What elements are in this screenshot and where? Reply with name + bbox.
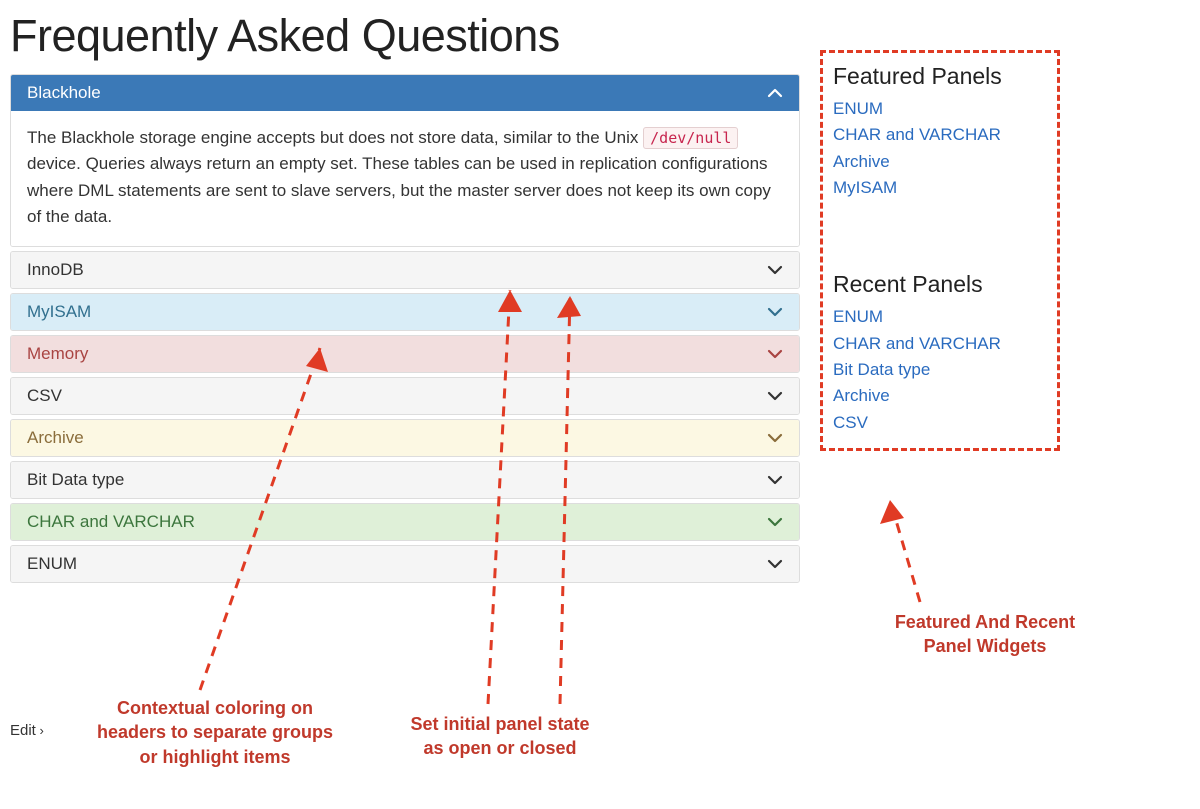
chevron-right-icon: › <box>36 723 44 738</box>
panel-label: Memory <box>27 344 88 364</box>
chevron-down-icon <box>767 472 783 488</box>
panel-header[interactable]: Bit Data type <box>11 462 799 498</box>
panel-innodb: InnoDB <box>10 251 800 289</box>
featured-panel-link[interactable]: ENUM <box>833 96 1047 122</box>
featured-panels-list: ENUMCHAR and VARCHARArchiveMyISAM <box>833 96 1047 201</box>
panel-header[interactable]: InnoDB <box>11 252 799 288</box>
featured-panels-heading: Featured Panels <box>833 63 1047 90</box>
panel-label: Bit Data type <box>27 470 124 490</box>
featured-panel-link[interactable]: MyISAM <box>833 175 1047 201</box>
featured-panel-link[interactable]: CHAR and VARCHAR <box>833 122 1047 148</box>
panel-char-and-varchar: CHAR and VARCHAR <box>10 503 800 541</box>
panel-bit-data-type: Bit Data type <box>10 461 800 499</box>
recent-panel-link[interactable]: CSV <box>833 410 1047 436</box>
panel-text-before: The Blackhole storage engine accepts but… <box>27 128 643 147</box>
sidebar-widgets-highlight: Featured Panels ENUMCHAR and VARCHARArch… <box>820 50 1060 451</box>
panel-label: ENUM <box>27 554 77 574</box>
panel-header[interactable]: Archive <box>11 420 799 456</box>
recent-panel-link[interactable]: ENUM <box>833 304 1047 330</box>
panel-body-blackhole: The Blackhole storage engine accepts but… <box>11 111 799 246</box>
chevron-down-icon <box>767 346 783 362</box>
panel-myisam: MyISAM <box>10 293 800 331</box>
callout-initial-state: Set initial panel state as open or close… <box>370 712 630 761</box>
chevron-down-icon <box>767 556 783 572</box>
faq-accordion: Blackhole The Blackhole storage engine a… <box>10 74 800 583</box>
panel-enum: ENUM <box>10 545 800 583</box>
panel-csv: CSV <box>10 377 800 415</box>
panel-label: Archive <box>27 428 84 448</box>
panel-header[interactable]: CHAR and VARCHAR <box>11 504 799 540</box>
edit-link[interactable]: Edit › <box>10 722 44 739</box>
chevron-down-icon <box>767 388 783 404</box>
panel-header-blackhole[interactable]: Blackhole <box>11 75 799 111</box>
panel-label: CHAR and VARCHAR <box>27 512 195 532</box>
callout-contextual-coloring: Contextual coloring on headers to separa… <box>60 696 370 769</box>
chevron-up-icon <box>767 85 783 101</box>
panel-header[interactable]: CSV <box>11 378 799 414</box>
panel-label: CSV <box>27 386 62 406</box>
chevron-down-icon <box>767 514 783 530</box>
recent-panel-link[interactable]: CHAR and VARCHAR <box>833 331 1047 357</box>
recent-panels-heading: Recent Panels <box>833 271 1047 298</box>
recent-panel-link[interactable]: Archive <box>833 383 1047 409</box>
recent-panel-link[interactable]: Bit Data type <box>833 357 1047 383</box>
recent-panels-list: ENUMCHAR and VARCHARBit Data typeArchive… <box>833 304 1047 436</box>
panel-header[interactable]: MyISAM <box>11 294 799 330</box>
panel-archive: Archive <box>10 419 800 457</box>
chevron-down-icon <box>767 430 783 446</box>
page-title: Frequently Asked Questions <box>10 10 800 62</box>
inline-code: /dev/null <box>643 127 738 149</box>
panel-text-after: device. Queries always return an empty s… <box>27 154 771 226</box>
panel-label: MyISAM <box>27 302 91 322</box>
featured-panel-link[interactable]: Archive <box>833 149 1047 175</box>
panel-header[interactable]: Memory <box>11 336 799 372</box>
chevron-down-icon <box>767 262 783 278</box>
panel-header[interactable]: ENUM <box>11 546 799 582</box>
panel-label: Blackhole <box>27 83 101 103</box>
chevron-down-icon <box>767 304 783 320</box>
panel-memory: Memory <box>10 335 800 373</box>
panel-label: InnoDB <box>27 260 84 280</box>
callout-panel-widgets: Featured And Recent Panel Widgets <box>860 610 1110 659</box>
panel-blackhole: Blackhole The Blackhole storage engine a… <box>10 74 800 247</box>
edit-label: Edit <box>10 722 36 739</box>
